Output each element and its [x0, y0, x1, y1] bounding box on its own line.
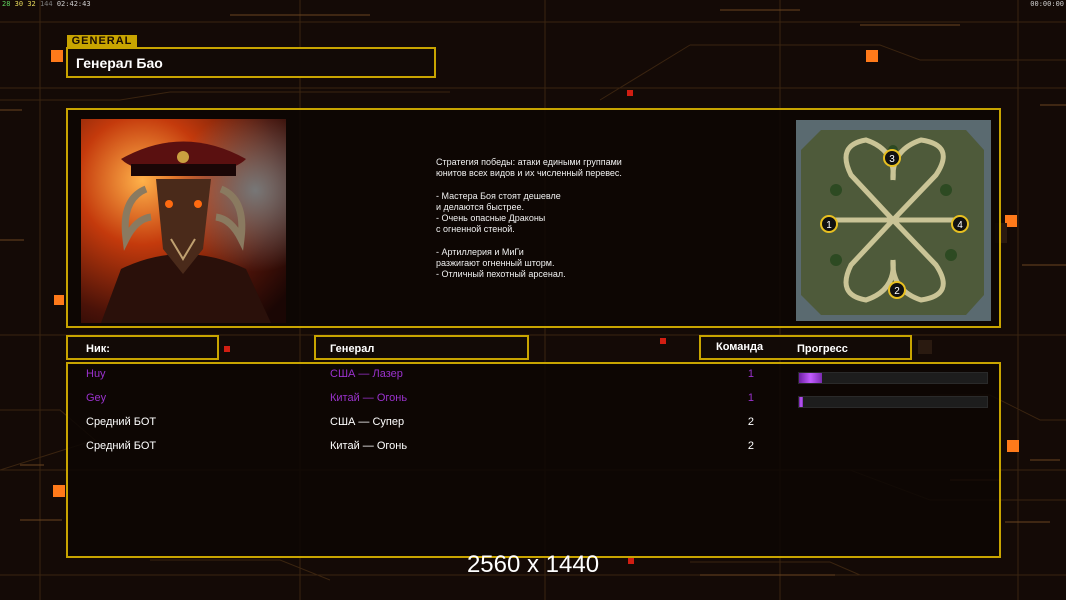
player-team: 2 — [747, 416, 754, 428]
map-position-1: 1 — [826, 220, 832, 231]
column-header-nick: Ник: — [66, 335, 219, 360]
stat-c: 144 — [39, 0, 53, 8]
map-preview[interactable]: 1 2 3 4 — [796, 120, 991, 321]
column-general-label: Генерал — [330, 343, 375, 355]
player-row: Средний БОТ США — Супер 2 — [68, 416, 999, 440]
player-progress-bar — [798, 372, 988, 384]
player-nick: Средний БОТ — [86, 416, 157, 428]
player-row: Gey Китай — Огонь 1 — [68, 392, 999, 416]
player-general: США — Супер — [330, 416, 405, 428]
player-nick: Huy — [86, 368, 106, 380]
fps-value: 28 — [2, 0, 11, 8]
general-title-box: Генерал Бао — [66, 47, 436, 78]
general-portrait — [81, 119, 286, 323]
player-team: 1 — [747, 368, 754, 380]
player-row: Huy США — Лазер 1 — [68, 368, 999, 392]
player-progress-bar — [798, 396, 988, 408]
column-team-label: Команда — [716, 341, 764, 353]
players-list: Huy США — Лазер 1 Gey Китай — Огонь 1 Ср… — [66, 362, 1001, 558]
strategy-description: Стратегия победы: атаки едиными группами… — [436, 157, 622, 280]
progress-fill — [799, 373, 822, 383]
player-team: 2 — [747, 440, 754, 452]
column-header-general: Генерал — [314, 335, 529, 360]
column-nick-label: Ник: — [86, 343, 110, 355]
map-position-4: 4 — [957, 220, 963, 231]
resolution-label: 2560 x 1440 — [466, 551, 600, 578]
player-general: Китай — Огонь — [330, 440, 408, 452]
player-general: США — Лазер — [330, 368, 403, 380]
debug-stats: 28 30 32 144 02:42:43 — [2, 0, 91, 8]
progress-fill — [799, 397, 803, 407]
clock-left: 02:42:43 — [56, 0, 91, 8]
general-info-panel: Стратегия победы: атаки едиными группами… — [66, 108, 1001, 328]
player-team: 1 — [747, 392, 754, 404]
player-row: Средний БОТ Китай — Огонь 2 — [68, 440, 999, 464]
player-general: Китай — Огонь — [330, 392, 408, 404]
column-progress-label: Прогресс — [797, 343, 848, 355]
player-nick: Средний БОТ — [86, 440, 157, 452]
map-position-3: 3 — [889, 154, 895, 165]
clock-right: 00:00:00 — [1030, 0, 1064, 8]
map-position-2: 2 — [894, 286, 900, 297]
general-name: Генерал Бао — [76, 55, 163, 71]
column-header-team-progress: Команда Прогресс — [699, 335, 912, 360]
stat-a: 30 — [14, 0, 24, 8]
stat-b: 32 — [27, 0, 36, 8]
player-nick: Gey — [86, 392, 107, 404]
